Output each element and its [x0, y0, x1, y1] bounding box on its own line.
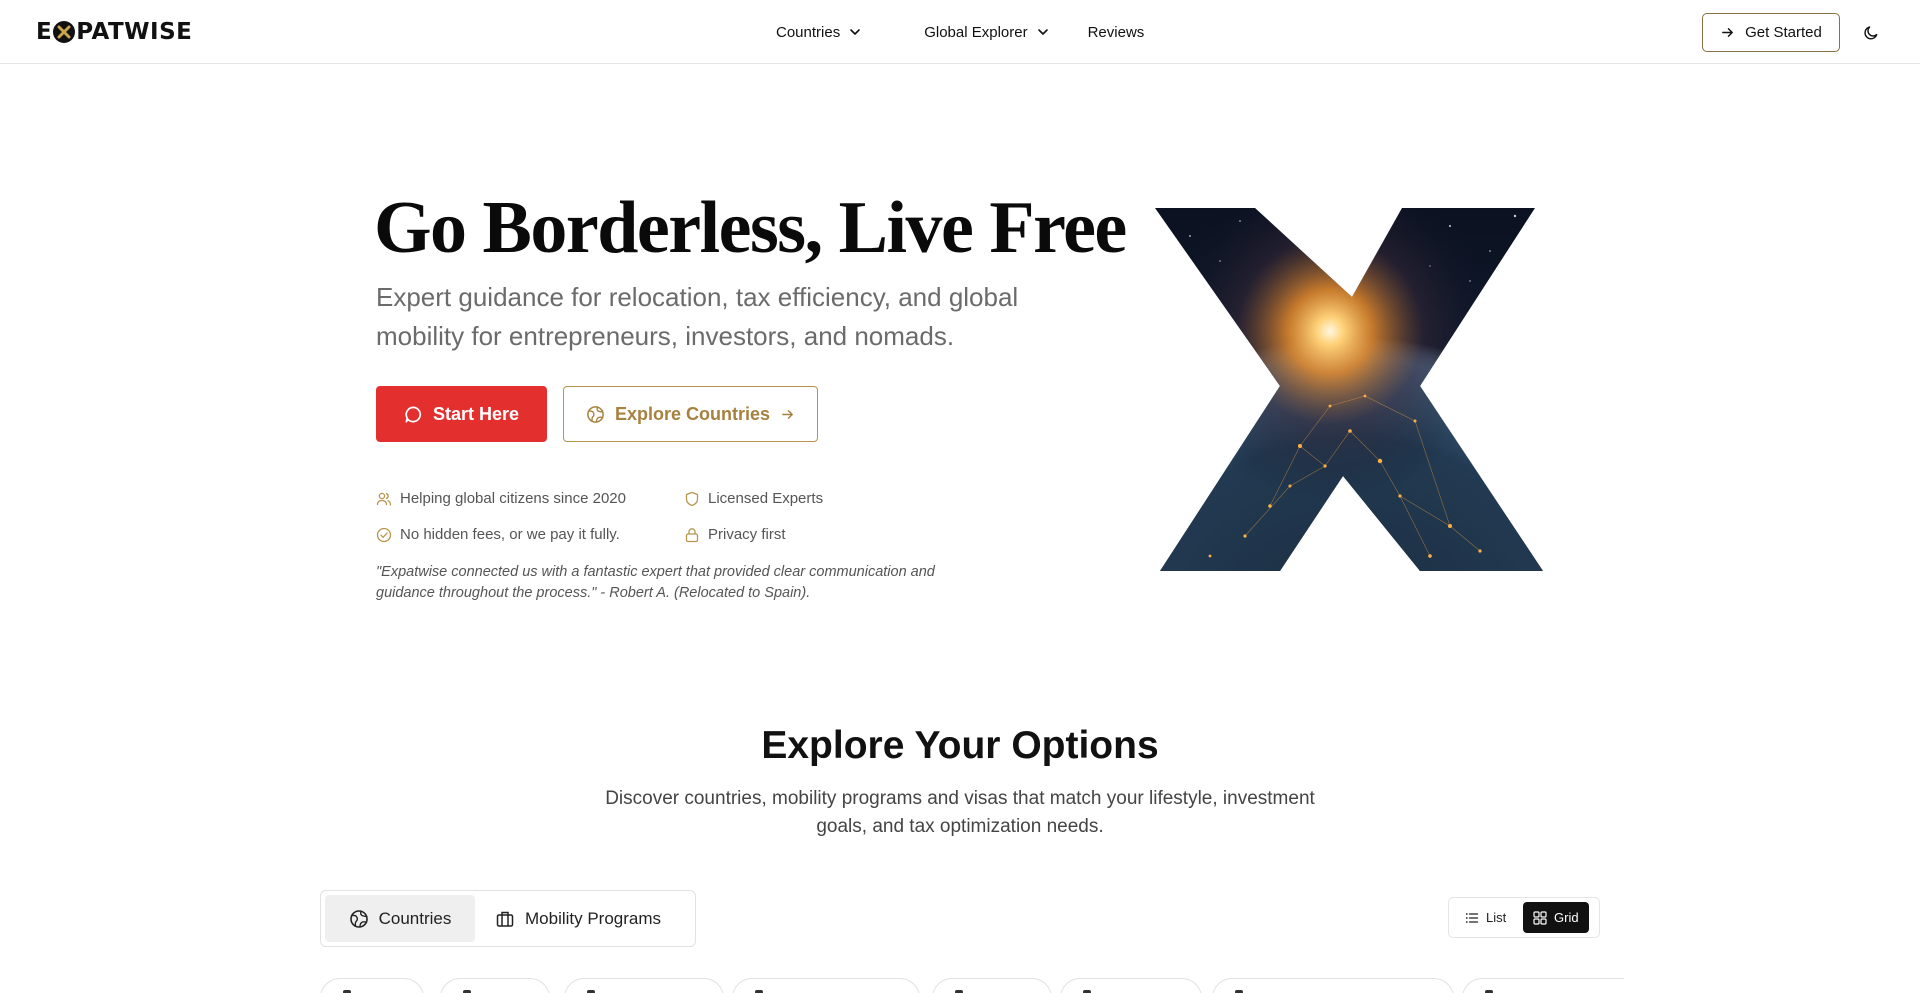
nav-global-explorer[interactable]: Global Explorer [924, 24, 1049, 41]
hero-x-earth-image [1155, 208, 1543, 571]
feature-label: Privacy first [708, 526, 786, 543]
filter-chip[interactable] [320, 978, 424, 993]
feature-licensed-experts: Licensed Experts [684, 490, 823, 507]
tab-mobility-programs[interactable]: Mobility Programs [481, 895, 675, 942]
briefcase-icon [496, 911, 514, 927]
arrow-right-icon [782, 409, 793, 419]
tab-mobility-programs-label: Mobility Programs [525, 908, 662, 928]
nav-reviews-label: Reviews [1087, 23, 1145, 41]
filter-chip-row [320, 978, 1624, 993]
get-started-button[interactable]: Get Started [1702, 13, 1840, 52]
feature-label: Licensed Experts [708, 490, 824, 507]
view-mode-toggle: List Grid [1448, 897, 1600, 938]
nav-countries-label: Countries [776, 23, 841, 41]
get-started-label: Get Started [1745, 24, 1822, 41]
view-grid-button[interactable]: Grid [1523, 902, 1589, 933]
moon-icon [1863, 25, 1877, 39]
chat-bubble-icon [405, 406, 422, 422]
feature-since-2020: Helping global citizens since 2020 [376, 490, 626, 507]
view-list-button[interactable]: List [1455, 902, 1516, 933]
tab-countries-label: Countries [378, 908, 452, 928]
logo-text-left: E [36, 19, 53, 45]
start-here-button[interactable]: Start Here [376, 386, 547, 442]
hero-title: Go Borderless, Live Free [374, 187, 1127, 269]
top-navbar: E PATWISE Countries Global Explorer Revi… [0, 0, 1920, 64]
filter-chip[interactable] [440, 978, 550, 993]
brand-logo[interactable]: E PATWISE [36, 19, 192, 45]
feature-label: No hidden fees, or we pay it fully. [400, 526, 620, 543]
filter-chip[interactable] [932, 978, 1052, 993]
shield-icon [685, 491, 699, 506]
feature-privacy-first: Privacy first [684, 526, 786, 543]
arrow-right-icon [1722, 28, 1734, 37]
theme-toggle-button[interactable] [1856, 17, 1886, 47]
view-grid-label: Grid [1554, 910, 1579, 925]
logo-x-icon [57, 25, 71, 39]
filter-chip[interactable] [732, 978, 920, 993]
logo-text-right: PATWISE [76, 19, 193, 45]
globe-icon [587, 405, 604, 423]
tab-countries[interactable]: Countries [325, 895, 475, 942]
testimonial-quote: "Expatwise connected us with a fantastic… [376, 564, 935, 601]
list-icon [1465, 912, 1479, 923]
view-list-label: List [1486, 910, 1507, 925]
explore-countries-label: Explore Countries [614, 403, 771, 424]
filter-chip[interactable] [1462, 978, 1624, 993]
chevron-down-icon [1037, 29, 1048, 35]
nav-global-explorer-label: Global Explorer [924, 23, 1028, 41]
check-circle-icon [376, 527, 392, 542]
filter-chip[interactable] [1212, 978, 1454, 993]
hero-subtitle: Expert guidance for relocation, tax effi… [376, 282, 1019, 351]
logo-x-mark [53, 21, 76, 43]
lock-icon [685, 527, 699, 542]
main-nav: Countries Global Explorer Reviews [776, 0, 1144, 64]
users-icon [376, 492, 392, 506]
start-here-label: Start Here [432, 403, 520, 424]
filter-chip[interactable] [1060, 978, 1202, 993]
explore-countries-button[interactable]: Explore Countries [563, 386, 818, 442]
explore-subtitle: Discover countries, mobility programs an… [605, 788, 1315, 837]
nav-countries[interactable]: Countries [776, 24, 862, 41]
chevron-down-icon [850, 29, 861, 35]
globe-icon [349, 909, 368, 928]
explore-tabs: Countries Mobility Programs [320, 890, 696, 947]
explore-title: Explore Your Options [761, 724, 1159, 767]
nav-reviews[interactable]: Reviews [1088, 24, 1145, 41]
feature-no-hidden-fees: No hidden fees, or we pay it fully. [376, 526, 620, 543]
grid-icon [1533, 910, 1547, 925]
feature-label: Helping global citizens since 2020 [400, 490, 626, 507]
filter-chip[interactable] [564, 978, 724, 993]
